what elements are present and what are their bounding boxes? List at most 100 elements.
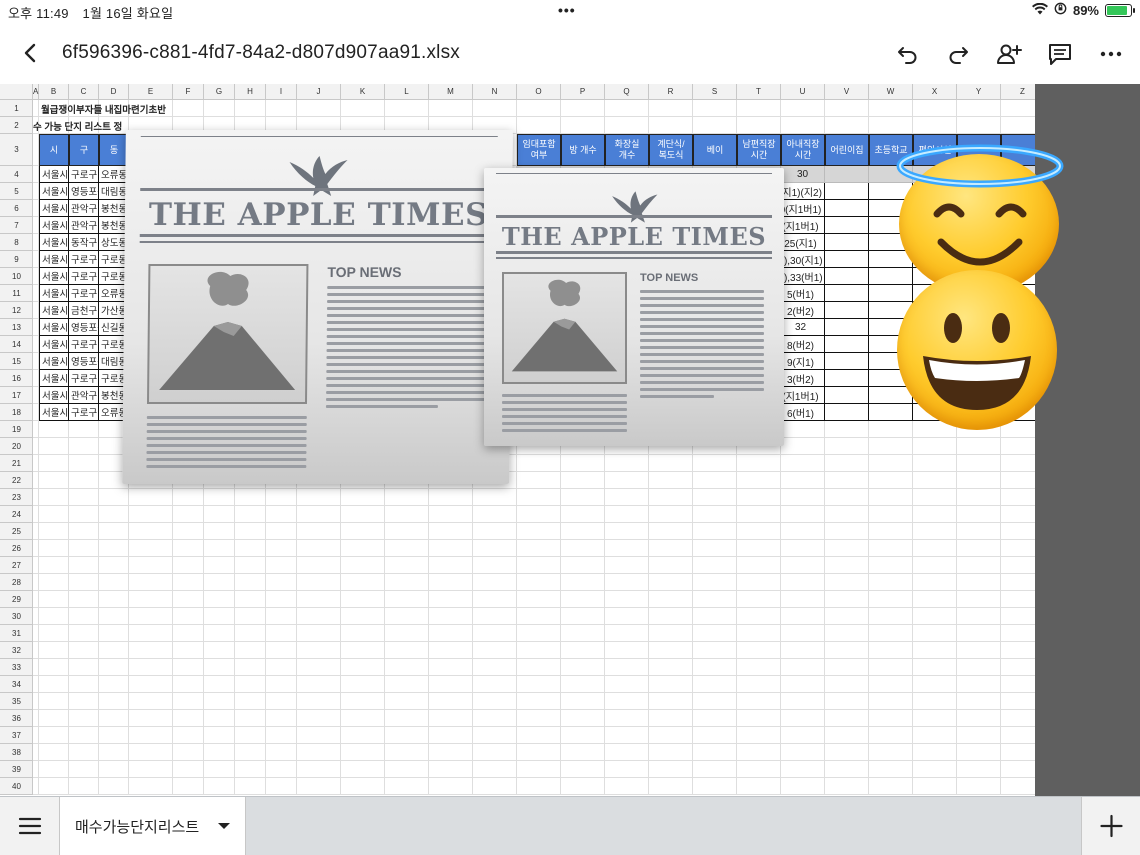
row-header-36[interactable]: 36 [0,710,33,727]
cell-g35[interactable] [204,693,235,710]
cell-o21[interactable] [517,455,561,472]
cell-t29[interactable] [737,591,781,608]
cell-j33[interactable] [297,659,341,676]
cell-b14[interactable]: 서울시 [39,336,69,353]
cell-r36[interactable] [649,710,693,727]
cell-p36[interactable] [561,710,605,727]
cell-a32[interactable] [33,642,39,659]
cell-w26[interactable] [869,540,913,557]
cell-p25[interactable] [561,523,605,540]
cell-k32[interactable] [341,642,385,659]
cell-v20[interactable] [825,438,869,455]
cell-u2[interactable] [781,117,825,134]
cell-o35[interactable] [517,693,561,710]
cell-b18[interactable]: 서울시 [39,404,69,421]
cell-m30[interactable] [429,608,473,625]
cell-y25[interactable] [957,523,1001,540]
cell-d36[interactable] [99,710,129,727]
cell-v30[interactable] [825,608,869,625]
cell-w36[interactable] [869,710,913,727]
cell-l24[interactable] [385,506,429,523]
cell-d35[interactable] [99,693,129,710]
cell-u40[interactable] [781,778,825,795]
header-cell-d[interactable]: 동 [99,134,129,166]
cell-v7[interactable] [825,217,869,234]
cell-c15[interactable]: 영등포구 [69,353,99,370]
cell-v35[interactable] [825,693,869,710]
cell-c37[interactable] [69,727,99,744]
cell-p31[interactable] [561,625,605,642]
cell-x37[interactable] [913,727,957,744]
cell-r34[interactable] [649,676,693,693]
cell-o25[interactable] [517,523,561,540]
cell-f36[interactable] [173,710,204,727]
cell-m31[interactable] [429,625,473,642]
cell-o22[interactable] [517,472,561,489]
cell-g32[interactable] [204,642,235,659]
cell-j29[interactable] [297,591,341,608]
cell-g40[interactable] [204,778,235,795]
cell-i30[interactable] [266,608,297,625]
cell-b17[interactable]: 서울시 [39,387,69,404]
cell-a20[interactable] [33,438,39,455]
cell-p29[interactable] [561,591,605,608]
cell-l30[interactable] [385,608,429,625]
cell-b7[interactable]: 서울시 [39,217,69,234]
cell-s27[interactable] [693,557,737,574]
cell-x38[interactable] [913,744,957,761]
cell-y22[interactable] [957,472,1001,489]
cell-j39[interactable] [297,761,341,778]
cell-a30[interactable] [33,608,39,625]
cell-s33[interactable] [693,659,737,676]
column-header-i[interactable]: I [266,84,297,100]
cell-d37[interactable] [99,727,129,744]
cell-t37[interactable] [737,727,781,744]
cell-i26[interactable] [266,540,297,557]
row-header-32[interactable]: 32 [0,642,33,659]
sheet-tab-active[interactable]: 매수가능단지리스트 [60,797,246,855]
cell-g36[interactable] [204,710,235,727]
cell-g34[interactable] [204,676,235,693]
cell-h40[interactable] [235,778,266,795]
cell-h28[interactable] [235,574,266,591]
cell-i39[interactable] [266,761,297,778]
cell-z1[interactable] [1001,100,1035,117]
cell-p1[interactable] [561,100,605,117]
cell-s39[interactable] [693,761,737,778]
redo-button[interactable] [944,40,972,68]
cell-f24[interactable] [173,506,204,523]
row-header-23[interactable]: 23 [0,489,33,506]
cell-q33[interactable] [605,659,649,676]
cell-e30[interactable] [129,608,173,625]
cell-b38[interactable] [39,744,69,761]
cell-g23[interactable] [204,489,235,506]
cell-b12[interactable]: 서울시 [39,302,69,319]
cell-b32[interactable] [39,642,69,659]
cell-c30[interactable] [69,608,99,625]
sheet-subtitle-cell[interactable]: 수 가능 단지 리스트 정 [31,117,271,134]
cell-h38[interactable] [235,744,266,761]
column-header-w[interactable]: W [869,84,913,100]
column-header-x[interactable]: X [913,84,957,100]
cell-u30[interactable] [781,608,825,625]
cell-v8[interactable] [825,234,869,251]
cell-t39[interactable] [737,761,781,778]
cell-n32[interactable] [473,642,517,659]
cell-u19[interactable] [781,421,825,438]
cell-j30[interactable] [297,608,341,625]
cell-s37[interactable] [693,727,737,744]
cell-d39[interactable] [99,761,129,778]
row-header-20[interactable]: 20 [0,438,33,455]
cell-l39[interactable] [385,761,429,778]
cell-c9[interactable]: 구로구 [69,251,99,268]
cell-c13[interactable]: 영등포구 [69,319,99,336]
cell-w22[interactable] [869,472,913,489]
cell-a38[interactable] [33,744,39,761]
cell-s38[interactable] [693,744,737,761]
cell-b31[interactable] [39,625,69,642]
cell-b28[interactable] [39,574,69,591]
cell-b37[interactable] [39,727,69,744]
cell-t26[interactable] [737,540,781,557]
cell-w30[interactable] [869,608,913,625]
row-header-17[interactable]: 17 [0,387,33,404]
